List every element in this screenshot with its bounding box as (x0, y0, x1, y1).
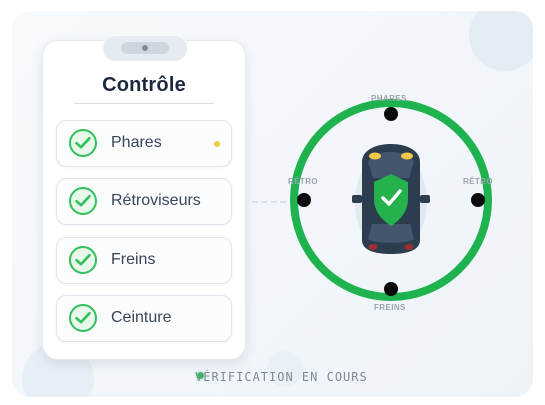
checklist-item-label: Ceinture (111, 309, 172, 326)
checkmark-icon (75, 136, 91, 149)
front-checkpoint-marker (384, 107, 398, 121)
checklist-card: Contrôle Phares Rétroviseurs Freins Cein… (42, 35, 246, 360)
left-mirror-label: RÉTRO (288, 177, 318, 186)
right-checkpoint-marker (471, 193, 485, 207)
right-mirror-label: RÉTRO (463, 177, 493, 186)
vehicle-inspection-diagram: PHARES RÉTRO RÉTRO FREINS (288, 94, 494, 312)
brakes-label: FREINS (374, 303, 406, 312)
checklist-item-ceinture[interactable]: Ceinture (56, 295, 232, 342)
status-indicator-dot (214, 141, 220, 147)
app-stage: Contrôle Phares Rétroviseurs Freins Cein… (0, 0, 545, 405)
inspection-ring-svg (290, 99, 492, 301)
checklist-title: Contrôle (102, 74, 186, 96)
checklist-item-label: Freins (111, 251, 156, 268)
front-label: PHARES (371, 94, 407, 103)
decorative-circle (469, 11, 533, 71)
clipboard-hole (142, 45, 148, 51)
check-icon (69, 187, 97, 215)
title-divider (74, 103, 214, 104)
check-icon (69, 304, 97, 332)
checklist-item-label: Rétroviseurs (111, 192, 201, 209)
checklist-item-freins[interactable]: Freins (56, 237, 232, 284)
checklist-item-retroviseurs[interactable]: Rétroviseurs (56, 178, 232, 225)
check-icon (69, 129, 97, 157)
checkmark-icon (75, 194, 91, 207)
clipboard-clip-inner (121, 42, 169, 54)
checkmark-icon (75, 253, 91, 266)
checkmark-icon (75, 311, 91, 324)
left-checkpoint-marker (297, 193, 311, 207)
checklist-item-label: Phares (111, 134, 162, 151)
status-text: VÉRIFICATION EN COURS (195, 370, 368, 384)
checklist-item-phares[interactable]: Phares (56, 120, 232, 167)
connection-line (252, 201, 286, 203)
clipboard-clip (103, 35, 187, 61)
check-icon (69, 246, 97, 274)
rear-checkpoint-marker (384, 282, 398, 296)
